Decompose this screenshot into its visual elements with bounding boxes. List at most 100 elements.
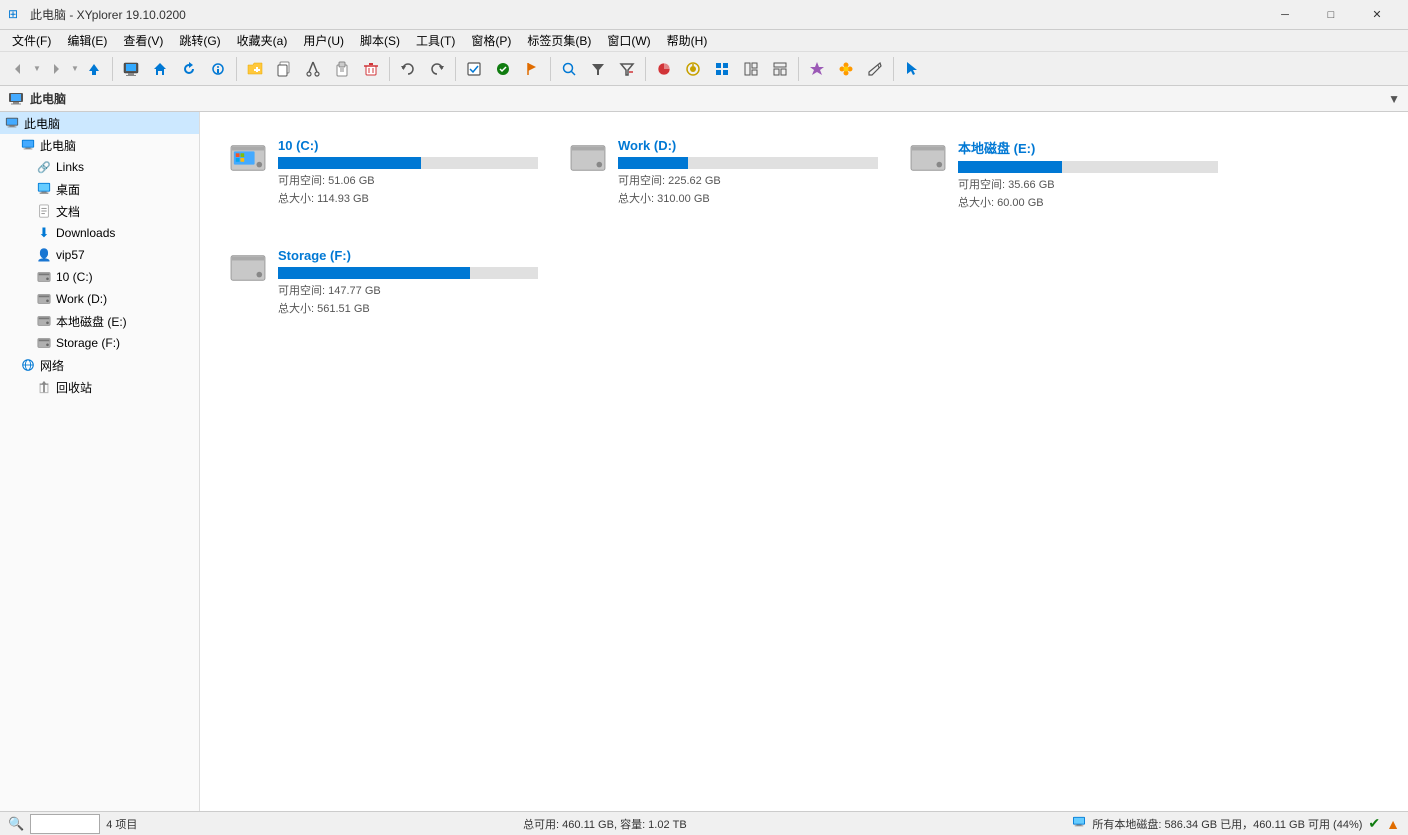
user-icon: 👤 bbox=[36, 247, 52, 263]
menu-edit[interactable]: 编辑(E) bbox=[59, 30, 115, 51]
warning-icon: ▲ bbox=[1386, 816, 1400, 832]
redo-button[interactable] bbox=[423, 55, 451, 83]
cursor-button[interactable] bbox=[898, 55, 926, 83]
stamp-button[interactable] bbox=[803, 55, 831, 83]
pen-button[interactable] bbox=[861, 55, 889, 83]
menu-go[interactable]: 跳转(G) bbox=[171, 30, 228, 51]
sidebar-item-desktop[interactable]: 桌面 bbox=[0, 178, 199, 200]
sep-3 bbox=[389, 57, 390, 81]
menu-user[interactable]: 用户(U) bbox=[295, 30, 352, 51]
menu-window[interactable]: 窗口(W) bbox=[599, 30, 658, 51]
maximize-button[interactable]: □ bbox=[1308, 0, 1354, 30]
window-title: 此电脑 - XYplorer 19.10.0200 bbox=[30, 6, 1262, 23]
refresh-button[interactable] bbox=[175, 55, 203, 83]
menu-favorites[interactable]: 收藏夹(a) bbox=[229, 30, 296, 51]
filter2-button[interactable] bbox=[613, 55, 641, 83]
sidebar-item-drive-c[interactable]: 10 (C:) bbox=[0, 266, 199, 288]
back-button[interactable] bbox=[4, 55, 32, 83]
drive-tile-e[interactable]: 本地磁盘 (E:) 可用空间: 35.66 GB 总大小: 60.00 GB bbox=[896, 128, 1236, 222]
up-button[interactable] bbox=[80, 55, 108, 83]
sidebar-item-recycle[interactable]: 回收站 bbox=[0, 376, 199, 398]
monitor-status-icon bbox=[1072, 816, 1086, 831]
grid3-button[interactable] bbox=[708, 55, 736, 83]
panel3-button[interactable] bbox=[766, 55, 794, 83]
network-icon bbox=[20, 357, 36, 373]
sidebar-label-drive-c: 10 (C:) bbox=[56, 270, 93, 284]
panel2-button[interactable] bbox=[737, 55, 765, 83]
drive-tile-f[interactable]: Storage (F:) 可用空间: 147.77 GB 总大小: 561.51… bbox=[216, 238, 556, 328]
sidebar-label-recycle: 回收站 bbox=[56, 379, 92, 396]
pin-button[interactable] bbox=[679, 55, 707, 83]
check2-button[interactable] bbox=[489, 55, 517, 83]
sidebar-label-network: 网络 bbox=[40, 357, 64, 374]
menu-tabs[interactable]: 标签页集(B) bbox=[519, 30, 599, 51]
minimize-button[interactable]: ─ bbox=[1262, 0, 1308, 30]
drive-f-icon bbox=[36, 335, 52, 351]
cut-button[interactable] bbox=[299, 55, 327, 83]
sidebar-label-drive-e: 本地磁盘 (E:) bbox=[56, 313, 127, 330]
thispc-button[interactable] bbox=[117, 55, 145, 83]
search-box[interactable] bbox=[30, 814, 100, 834]
forward-button[interactable] bbox=[42, 55, 70, 83]
sidebar-item-docs[interactable]: 文档 bbox=[0, 200, 199, 222]
delete-button[interactable] bbox=[357, 55, 385, 83]
menu-view[interactable]: 查看(V) bbox=[115, 30, 171, 51]
drive-d-total: 总大小: 310.00 GB bbox=[618, 191, 884, 209]
sidebar-item-links[interactable]: 🔗 Links bbox=[0, 156, 199, 178]
drive-e-info: 本地磁盘 (E:) 可用空间: 35.66 GB 总大小: 60.00 GB bbox=[958, 138, 1224, 212]
sidebar-label-desktop: 桌面 bbox=[56, 181, 80, 198]
sidebar-item-this-pc[interactable]: 此电脑 bbox=[0, 134, 199, 156]
sidebar-label-this-pc-header: 此电脑 bbox=[24, 115, 60, 132]
sidebar-label-vip57: vip57 bbox=[56, 248, 85, 262]
drives-grid-2: Storage (F:) 可用空间: 147.77 GB 总大小: 561.51… bbox=[216, 238, 1392, 328]
menu-tools[interactable]: 工具(T) bbox=[408, 30, 463, 51]
sidebar-item-this-pc-header[interactable]: 此电脑 bbox=[0, 112, 199, 134]
drive-f-tile-icon bbox=[228, 248, 268, 288]
pie-button[interactable] bbox=[650, 55, 678, 83]
sidebar-item-drive-d[interactable]: Work (D:) bbox=[0, 288, 199, 310]
toolbar: ▼ ▼ bbox=[0, 52, 1408, 86]
menu-file[interactable]: 文件(F) bbox=[4, 30, 59, 51]
search-button[interactable] bbox=[555, 55, 583, 83]
drive-c-info: 10 (C:) 可用空间: 51.06 GB 总大小: 114.93 GB bbox=[278, 138, 544, 208]
sidebar-item-drive-e[interactable]: 本地磁盘 (E:) bbox=[0, 310, 199, 332]
preview-button[interactable] bbox=[204, 55, 232, 83]
drive-e-name: 本地磁盘 (E:) bbox=[958, 138, 1224, 157]
paste-button[interactable] bbox=[328, 55, 356, 83]
sidebar-item-drive-f[interactable]: Storage (F:) bbox=[0, 332, 199, 354]
back-dropdown[interactable]: ▼ bbox=[33, 55, 41, 83]
menu-help[interactable]: 帮助(H) bbox=[659, 30, 716, 51]
desktop-icon bbox=[36, 181, 52, 197]
sep-7 bbox=[798, 57, 799, 81]
address-dropdown[interactable]: ▼ bbox=[1388, 92, 1400, 106]
close-button[interactable]: ✕ bbox=[1354, 0, 1400, 30]
new-folder-button[interactable] bbox=[241, 55, 269, 83]
drive-c-tile-icon bbox=[228, 138, 268, 178]
flag-button[interactable] bbox=[518, 55, 546, 83]
flower-button[interactable] bbox=[832, 55, 860, 83]
drive-tile-d[interactable]: Work (D:) 可用空间: 225.62 GB 总大小: 310.00 GB bbox=[556, 128, 896, 222]
sidebar: 此电脑 此电脑 🔗 Links 桌面 文档 bbox=[0, 112, 200, 811]
statusbar-center: 总可用: 460.11 GB, 容量: 1.02 TB bbox=[149, 816, 1060, 832]
addressbar: 此电脑 ▼ bbox=[0, 86, 1408, 112]
recycle-icon bbox=[36, 379, 52, 395]
drive-d-info: Work (D:) 可用空间: 225.62 GB 总大小: 310.00 GB bbox=[618, 138, 884, 208]
menu-pane[interactable]: 窗格(P) bbox=[463, 30, 519, 51]
sidebar-item-network[interactable]: 网络 bbox=[0, 354, 199, 376]
drive-d-name: Work (D:) bbox=[618, 138, 884, 153]
drive-tile-c[interactable]: 10 (C:) 可用空间: 51.06 GB 总大小: 114.93 GB bbox=[216, 128, 556, 222]
filter1-button[interactable] bbox=[584, 55, 612, 83]
undo-button[interactable] bbox=[394, 55, 422, 83]
sidebar-item-downloads[interactable]: ⬇ Downloads bbox=[0, 222, 199, 244]
menu-script[interactable]: 脚本(S) bbox=[352, 30, 408, 51]
drive-e-detail: 可用空间: 35.66 GB 总大小: 60.00 GB bbox=[958, 177, 1224, 212]
monitor-icon-2 bbox=[20, 137, 36, 153]
drive-f-info: Storage (F:) 可用空间: 147.77 GB 总大小: 561.51… bbox=[278, 248, 544, 318]
copy-button[interactable] bbox=[270, 55, 298, 83]
home-button[interactable] bbox=[146, 55, 174, 83]
links-icon: 🔗 bbox=[36, 159, 52, 175]
forward-dropdown[interactable]: ▼ bbox=[71, 55, 79, 83]
sidebar-item-vip57[interactable]: 👤 vip57 bbox=[0, 244, 199, 266]
search-input[interactable] bbox=[35, 818, 95, 830]
check1-button[interactable] bbox=[460, 55, 488, 83]
